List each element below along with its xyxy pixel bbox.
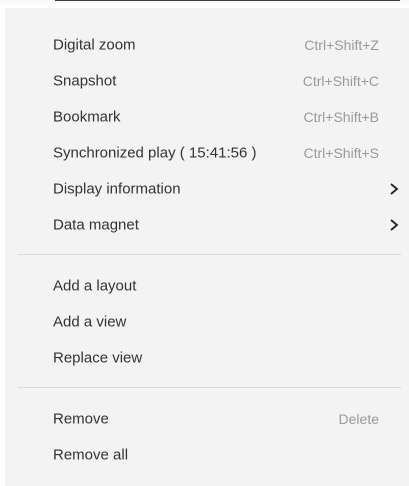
menu-item-shortcut: Ctrl+Shift+Z <box>304 37 379 53</box>
menu-item-label: Snapshot <box>53 72 117 90</box>
menu-item-label: Remove all <box>53 446 129 464</box>
menu-item-remove-all[interactable]: Remove all <box>5 437 409 473</box>
menu-item-synchronized-play[interactable]: Synchronized play ( 15:41:56 ) Ctrl+Shif… <box>5 135 409 171</box>
menu-item-shortcut: Delete <box>338 411 379 427</box>
menu-item-add-layout[interactable]: Add a layout <box>5 268 409 304</box>
menu-item-data-magnet[interactable]: Data magnet <box>5 207 409 243</box>
menu-item-label: Add a view <box>53 313 127 331</box>
menu-item-shortcut: Ctrl+Shift+S <box>303 145 379 161</box>
menu-item-snapshot[interactable]: Snapshot Ctrl+Shift+C <box>5 63 409 99</box>
menu-item-remove[interactable]: Remove Delete <box>5 401 409 437</box>
menu-item-shortcut: Ctrl+Shift+B <box>303 109 379 125</box>
menu-item-shortcut: Ctrl+Shift+C <box>302 73 379 89</box>
context-menu: Digital zoom Ctrl+Shift+Z Snapshot Ctrl+… <box>5 8 409 486</box>
menu-separator <box>18 387 401 388</box>
menu-item-digital-zoom[interactable]: Digital zoom Ctrl+Shift+Z <box>5 27 409 63</box>
menu-item-label: Data magnet <box>53 216 139 234</box>
menu-item-label: Remove <box>53 410 109 428</box>
menu-item-bookmark[interactable]: Bookmark Ctrl+Shift+B <box>5 99 409 135</box>
menu-item-label: Add a layout <box>53 277 137 295</box>
menu-item-label: Synchronized play ( 15:41:56 ) <box>53 144 257 162</box>
menu-item-label: Display information <box>53 180 181 198</box>
menu-item-display-information[interactable]: Display information <box>5 171 409 207</box>
chevron-right-icon <box>390 183 399 195</box>
menu-item-replace-view[interactable]: Replace view <box>5 340 409 376</box>
menu-item-label: Digital zoom <box>53 36 136 54</box>
menu-item-label: Replace view <box>53 349 143 367</box>
chevron-right-icon <box>390 219 399 231</box>
menu-item-add-view[interactable]: Add a view <box>5 304 409 340</box>
menu-separator <box>18 254 401 255</box>
menu-item-label: Bookmark <box>53 108 121 126</box>
window-top-edge <box>0 0 409 8</box>
